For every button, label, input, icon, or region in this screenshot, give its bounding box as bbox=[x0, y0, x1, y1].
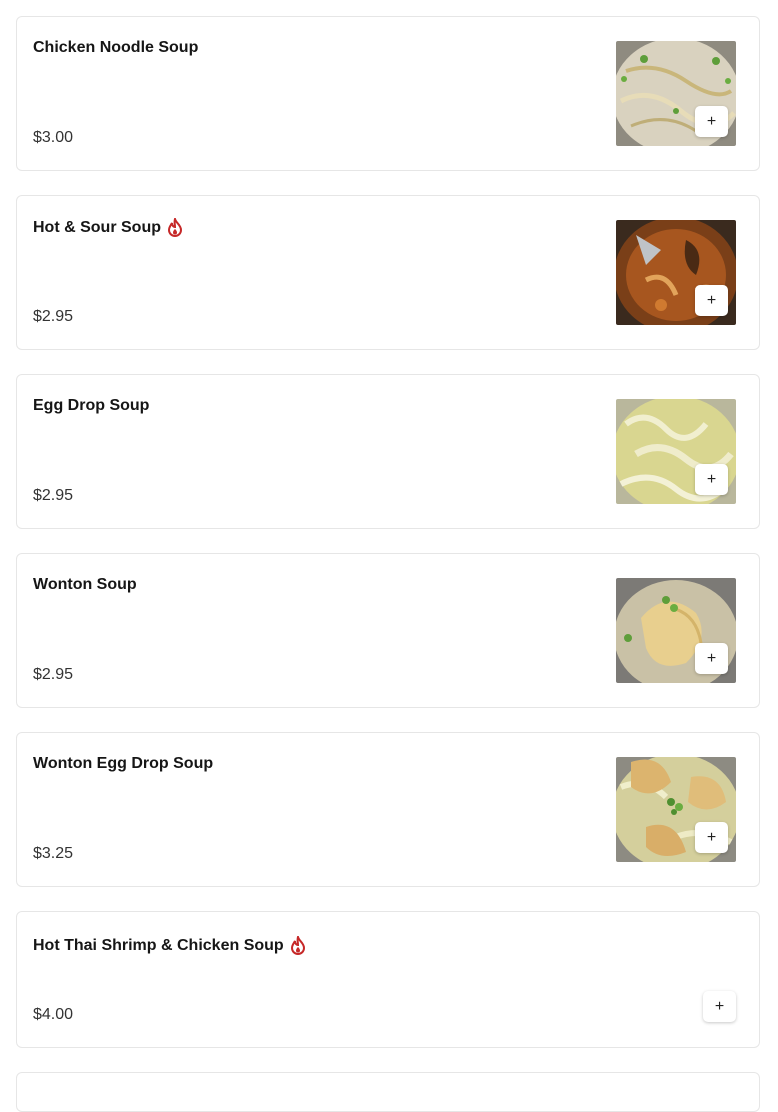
item-price: $2.95 bbox=[33, 666, 74, 683]
item-name-text: Hot Thai Shrimp & Chicken Soup bbox=[33, 936, 284, 954]
item-price: $2.95 bbox=[33, 308, 74, 325]
add-item-button[interactable]: + bbox=[695, 464, 728, 495]
plus-icon: + bbox=[706, 112, 717, 130]
item-name-text: Wonton Soup bbox=[33, 576, 137, 593]
item-name-text: Egg Drop Soup bbox=[33, 397, 150, 414]
flame-icon bbox=[290, 936, 306, 955]
plus-icon: + bbox=[706, 291, 717, 309]
plus-icon: + bbox=[706, 649, 717, 667]
item-price: $2.95 bbox=[33, 487, 74, 504]
add-item-button[interactable]: + bbox=[695, 285, 728, 316]
item-name: Wonton Egg Drop Soup bbox=[33, 755, 213, 773]
item-name: Hot Thai Shrimp & Chicken Soup bbox=[33, 936, 306, 955]
menu-item-card[interactable]: Hot Thai Shrimp & Chicken Soup $4.00 + bbox=[16, 911, 760, 1048]
item-name: Wonton Soup bbox=[33, 576, 137, 594]
menu-item-card[interactable]: Wonton Soup $2.95 + bbox=[16, 553, 760, 708]
item-name: Hot & Sour Soup bbox=[33, 218, 183, 237]
add-item-button[interactable]: + bbox=[695, 106, 728, 137]
item-price: $3.25 bbox=[33, 845, 74, 862]
item-price: $3.00 bbox=[33, 129, 74, 146]
menu-item-card[interactable]: Chicken Noodle Soup $3.00 + bbox=[16, 16, 760, 171]
item-name-text: Hot & Sour Soup bbox=[33, 218, 161, 236]
item-name: Chicken Noodle Soup bbox=[33, 39, 198, 57]
menu-item-card[interactable] bbox=[16, 1072, 760, 1112]
add-item-button[interactable]: + bbox=[695, 643, 728, 674]
menu-item-card[interactable]: Hot & Sour Soup $2.95 + bbox=[16, 195, 760, 350]
flame-icon bbox=[167, 218, 183, 237]
item-name-text: Chicken Noodle Soup bbox=[33, 39, 199, 56]
plus-icon: + bbox=[714, 997, 725, 1015]
item-name: Egg Drop Soup bbox=[33, 397, 149, 415]
plus-icon: + bbox=[706, 470, 717, 488]
menu-item-card[interactable]: Egg Drop Soup $2.95 + bbox=[16, 374, 760, 529]
item-price: $4.00 bbox=[33, 1006, 74, 1023]
add-item-button[interactable]: + bbox=[695, 822, 728, 853]
menu-item-card[interactable]: Wonton Egg Drop Soup $3.25 + bbox=[16, 732, 760, 887]
plus-icon: + bbox=[706, 828, 717, 846]
add-item-button[interactable]: + bbox=[703, 991, 736, 1022]
item-name-text: Wonton Egg Drop Soup bbox=[33, 755, 214, 772]
